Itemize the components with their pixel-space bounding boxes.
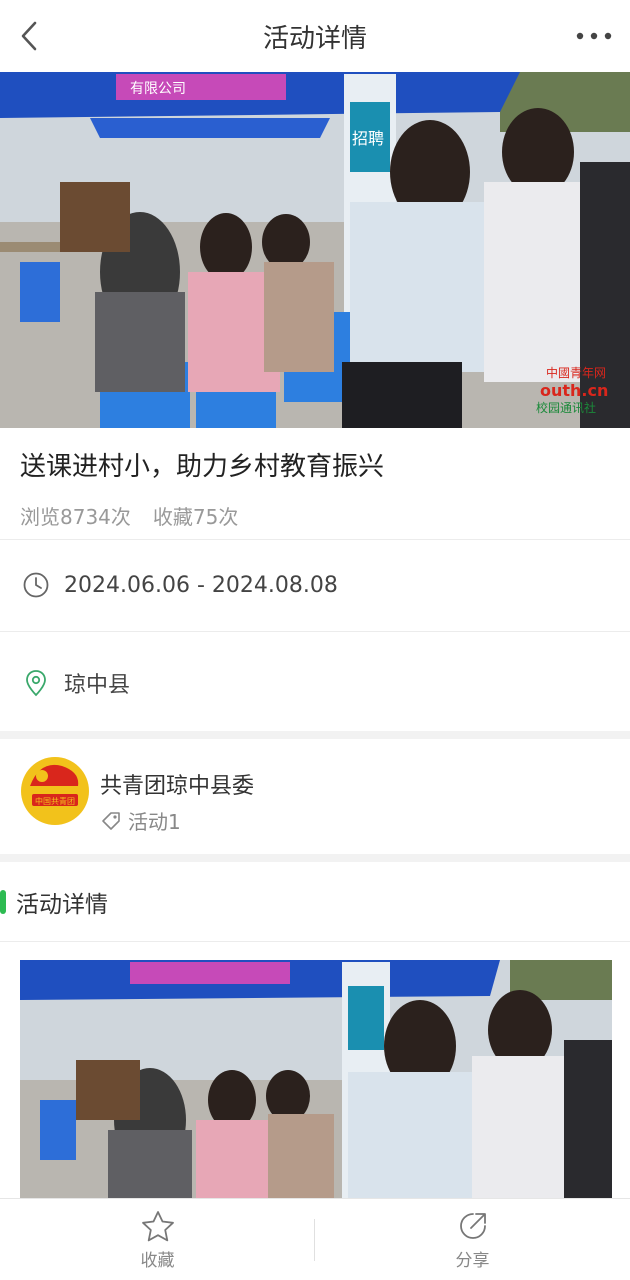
favorites-count: 收藏75次 (152, 505, 239, 529)
hero-banner-text: 有限公司 (130, 81, 186, 97)
watermark-line2: outh.cn (540, 381, 608, 400)
share-icon (459, 1212, 486, 1239)
page-title: 活动详情 (262, 24, 367, 54)
event-stats: 浏览8734次 收藏75次 (20, 501, 610, 530)
event-location-row[interactable]: 琼中县 (0, 638, 630, 728)
star-icon (141, 1210, 174, 1241)
hero-sign-text: 招聘 (352, 129, 384, 148)
favorite-button[interactable]: 收藏 (0, 1199, 315, 1280)
event-title-block: 送课进村小，助力乡村教育振兴 浏览8734次 收藏75次 (0, 428, 630, 538)
tag-icon (102, 811, 120, 830)
location-pin-icon (26, 670, 46, 697)
views-count: 浏览8734次 (20, 505, 131, 529)
organizer-card[interactable]: 中国共青团 共青团琼中县委 活动1 (0, 740, 630, 854)
event-location: 琼中县 (64, 673, 131, 698)
logo-text: 中国共青团 (35, 796, 75, 806)
more-dots-icon (576, 32, 612, 40)
organizer-tag: 活动1 (100, 806, 181, 835)
section-divider (0, 731, 630, 739)
share-label: 分享 (455, 1250, 490, 1271)
watermark-line3: 校园通讯社 (536, 400, 596, 415)
section-divider (0, 854, 630, 862)
favorite-label: 收藏 (140, 1250, 175, 1271)
more-options-button[interactable] (572, 18, 616, 54)
divider (0, 941, 630, 942)
detail-photo[interactable] (20, 960, 612, 1200)
divider (0, 631, 630, 632)
event-date-range: 2024.06.06 - 2024.08.08 (64, 572, 338, 598)
share-button[interactable]: 分享 (315, 1199, 630, 1280)
bottom-action-bar: 收藏 分享 (0, 1198, 630, 1280)
event-cover-photo[interactable]: 有限公司 招聘 中國青年网 outh.cn 校园通讯社 (0, 72, 630, 428)
organizer-name: 共青团琼中县委 (100, 774, 255, 799)
top-nav-bar: 活动详情 (0, 0, 630, 72)
bottom-separator (314, 1219, 315, 1261)
event-date-row: 2024.06.06 - 2024.08.08 (0, 540, 630, 630)
details-section-title: 活动详情 (16, 892, 108, 918)
details-section-header: 活动详情 (0, 862, 630, 942)
event-title: 送课进村小，助力乡村教育振兴 (20, 452, 385, 482)
clock-icon (23, 572, 49, 598)
watermark-line1: 中國青年网 (546, 365, 606, 380)
organizer-tag-label: 活动1 (128, 810, 181, 834)
organizer-logo: 中国共青团 (21, 757, 89, 825)
section-accent-bar (0, 890, 6, 914)
